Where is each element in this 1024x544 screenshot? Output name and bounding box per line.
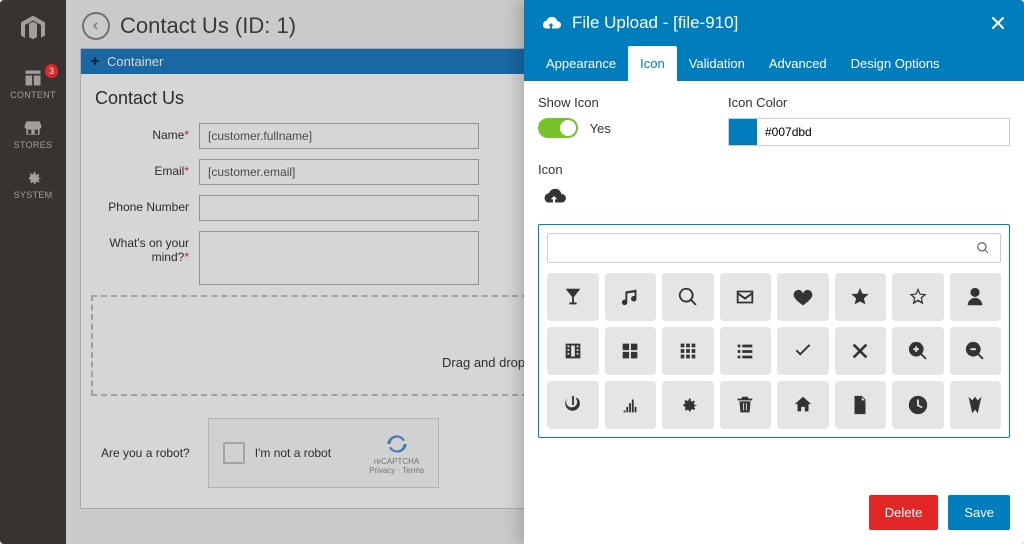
nav-stores-label: STORES	[14, 140, 53, 150]
list-icon	[734, 340, 756, 362]
settings-panel: File Upload - [file-910] Appearance Icon…	[524, 0, 1024, 544]
trash-icon	[734, 394, 756, 416]
icon-option-list[interactable]	[720, 327, 772, 375]
color-input[interactable]	[757, 120, 1009, 144]
times-icon	[849, 340, 871, 362]
icon-option-heart[interactable]	[777, 273, 829, 321]
icon-option-glass[interactable]	[547, 273, 599, 321]
tab-advanced[interactable]: Advanced	[757, 46, 839, 81]
close-icon[interactable]	[988, 13, 1008, 33]
tab-icon[interactable]: Icon	[628, 46, 677, 81]
th-icon	[677, 340, 699, 362]
music-icon	[619, 286, 641, 308]
delete-button[interactable]: Delete	[869, 495, 939, 530]
icon-option-zoom-in[interactable]	[892, 327, 944, 375]
icon-option-film[interactable]	[547, 327, 599, 375]
gear-icon	[23, 168, 43, 188]
power-icon	[562, 394, 584, 416]
icon-option-road[interactable]	[950, 381, 1002, 429]
heart-icon	[792, 286, 814, 308]
layout-icon	[23, 68, 43, 88]
icon-option-file[interactable]	[835, 381, 887, 429]
icon-option-trash[interactable]	[720, 381, 772, 429]
nav-system-label: SYSTEM	[14, 190, 53, 200]
show-icon-label: Show Icon	[538, 95, 688, 110]
icon-option-envelope[interactable]	[720, 273, 772, 321]
cloud-upload-icon	[540, 12, 562, 34]
icon-option-clock[interactable]	[892, 381, 944, 429]
tab-validation[interactable]: Validation	[677, 46, 757, 81]
film-icon	[562, 340, 584, 362]
nav-system[interactable]: SYSTEM	[0, 160, 66, 210]
glass-icon	[562, 286, 584, 308]
icon-option-user[interactable]	[950, 273, 1002, 321]
color-swatch[interactable]	[729, 119, 757, 145]
icon-option-star[interactable]	[835, 273, 887, 321]
icon-option-times[interactable]	[835, 327, 887, 375]
icon-option-music[interactable]	[605, 273, 657, 321]
tab-appearance[interactable]: Appearance	[534, 46, 628, 81]
search-icon	[677, 286, 699, 308]
icon-section-label: Icon	[538, 162, 1010, 177]
nav-content[interactable]: CONTENT 3	[0, 60, 66, 110]
store-icon	[23, 118, 43, 138]
icon-option-zoom-out[interactable]	[950, 327, 1002, 375]
admin-rail: CONTENT 3 STORES SYSTEM	[0, 0, 66, 544]
icon-option-th[interactable]	[662, 327, 714, 375]
zoom-out-icon	[964, 340, 986, 362]
show-icon-value: Yes	[590, 121, 611, 136]
check-icon	[792, 340, 814, 362]
file-icon	[849, 394, 871, 416]
envelope-icon	[734, 286, 756, 308]
magento-logo	[10, 6, 56, 52]
current-icon-preview	[538, 183, 1010, 212]
icon-search-input[interactable]	[548, 234, 966, 262]
icon-picker	[538, 224, 1010, 438]
nav-content-label: CONTENT	[10, 90, 56, 100]
panel-tabs: Appearance Icon Validation Advanced Desi…	[524, 46, 1024, 81]
star-o-icon	[907, 286, 929, 308]
home-icon	[792, 394, 814, 416]
th-large-icon	[619, 340, 641, 362]
icon-color-label: Icon Color	[728, 95, 1010, 110]
user-icon	[964, 286, 986, 308]
icon-option-check[interactable]	[777, 327, 829, 375]
icon-option-cog[interactable]	[662, 381, 714, 429]
clock-icon	[907, 394, 929, 416]
save-button[interactable]: Save	[948, 495, 1010, 530]
icon-option-th-large[interactable]	[605, 327, 657, 375]
panel-title: File Upload - [file-910]	[572, 13, 738, 33]
zoom-in-icon	[907, 340, 929, 362]
road-icon	[964, 394, 986, 416]
icon-option-search[interactable]	[662, 273, 714, 321]
tab-design-options[interactable]: Design Options	[839, 46, 952, 81]
icon-option-star-o[interactable]	[892, 273, 944, 321]
notification-badge: 3	[45, 64, 58, 78]
cog-icon	[677, 394, 699, 416]
star-icon	[849, 286, 871, 308]
show-icon-toggle[interactable]	[538, 118, 578, 138]
nav-stores[interactable]: STORES	[0, 110, 66, 160]
icon-option-power[interactable]	[547, 381, 599, 429]
search-icon[interactable]	[966, 234, 1000, 262]
icon-option-home[interactable]	[777, 381, 829, 429]
icon-option-bars[interactable]	[605, 381, 657, 429]
bars-icon	[619, 394, 641, 416]
